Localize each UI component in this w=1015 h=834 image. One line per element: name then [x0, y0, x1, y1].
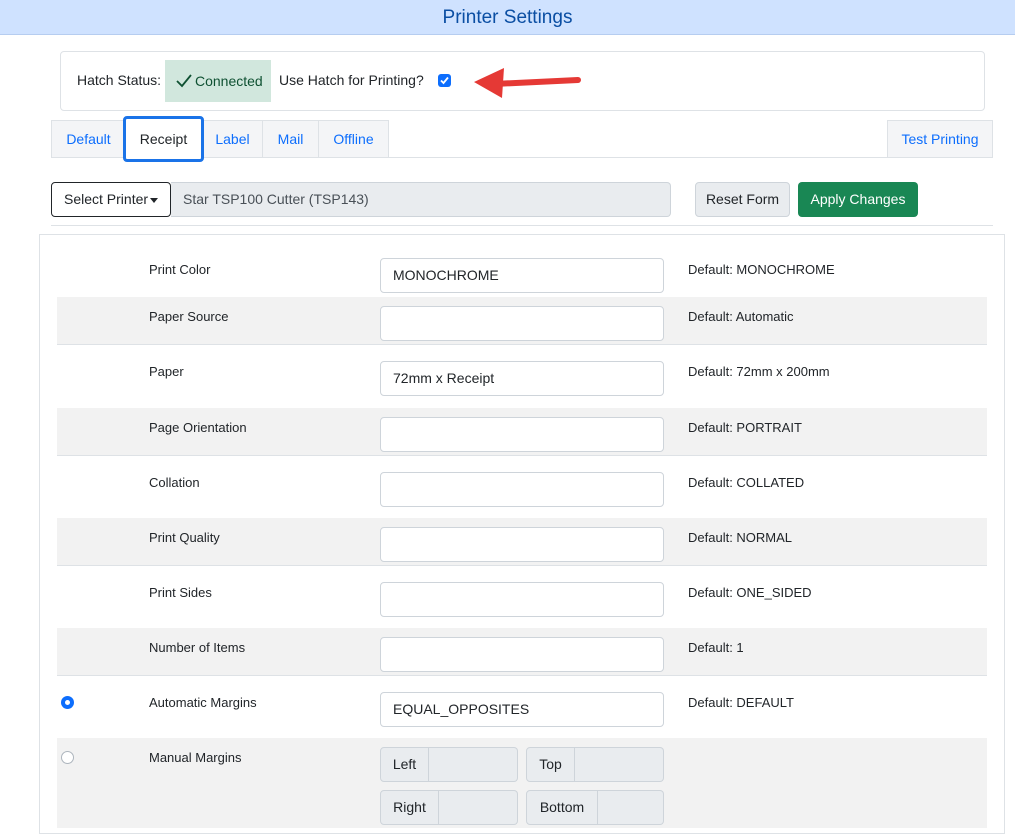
print-sides-input[interactable] — [380, 582, 664, 617]
section-divider — [51, 225, 993, 226]
setting-row-manual-margins: Manual Margins Left Top Right Bottom — [57, 738, 987, 828]
margin-left-input[interactable] — [429, 747, 518, 782]
tab-offline[interactable]: Offline — [318, 120, 389, 158]
print-color-input[interactable]: MONOCHROME — [380, 258, 664, 293]
setting-label: Collation — [149, 475, 200, 490]
setting-label: Number of Items — [149, 640, 246, 655]
setting-label: Automatic Margins — [149, 695, 257, 710]
setting-row-print-sides: Print Sides Default: ONE_SIDED — [57, 565, 987, 629]
select-printer-label: Select Printer — [64, 191, 149, 207]
setting-label: Page Orientation — [149, 420, 247, 435]
tab-default[interactable]: Default — [51, 120, 126, 158]
margin-left-group: Left — [380, 747, 518, 782]
margin-top-input[interactable] — [575, 747, 664, 782]
print-quality-input[interactable] — [380, 527, 664, 562]
margin-bottom-group: Bottom — [526, 790, 664, 825]
caret-down-icon — [150, 198, 158, 203]
tab-mail[interactable]: Mail — [262, 120, 319, 158]
setting-default: Default: NORMAL — [688, 530, 793, 545]
margin-right-group: Right — [380, 790, 518, 825]
collation-input[interactable] — [380, 472, 664, 507]
setting-label: Manual Margins — [149, 750, 242, 765]
automatic-margins-input[interactable]: EQUAL_OPPOSITES — [380, 692, 664, 727]
page-title: Printer Settings — [0, 0, 1015, 35]
margin-left-label: Left — [380, 747, 429, 782]
automatic-margins-radio[interactable] — [61, 696, 74, 709]
reset-form-button[interactable]: Reset Form — [695, 182, 790, 217]
setting-label: Paper Source — [149, 309, 229, 324]
setting-label: Print Quality — [149, 530, 220, 545]
page-orientation-input[interactable] — [380, 417, 664, 452]
setting-row-number-of-items: Number of Items Default: 1 — [57, 628, 987, 676]
hatch-status-label: Hatch Status: — [77, 72, 162, 88]
margin-bottom-input[interactable] — [598, 790, 664, 825]
tab-label[interactable]: Label — [202, 120, 263, 158]
setting-label: Paper — [149, 364, 184, 379]
setting-default: Default: ONE_SIDED — [688, 585, 812, 600]
connected-badge: Connected — [165, 60, 271, 102]
tab-receipt[interactable]: Receipt — [123, 116, 204, 162]
use-hatch-label: Use Hatch for Printing? — [279, 72, 424, 88]
margin-right-input[interactable] — [439, 790, 518, 825]
select-printer-button[interactable]: Select Printer — [51, 182, 171, 217]
setting-default: Default: 1 — [688, 640, 744, 655]
manual-margins-radio[interactable] — [61, 751, 74, 764]
setting-row-print-color: Print Color MONOCHROME Default: MONOCHRO… — [57, 242, 987, 298]
margin-top-label: Top — [526, 747, 575, 782]
tab-test-printing[interactable]: Test Printing — [887, 120, 993, 158]
setting-row-collation: Collation Default: COLLATED — [57, 455, 987, 519]
red-arrow-annotation-icon — [474, 68, 581, 98]
connected-status-text: Connected — [195, 73, 263, 89]
margin-bottom-label: Bottom — [526, 790, 598, 825]
checkmark-icon — [176, 74, 192, 88]
setting-label: Print Color — [149, 262, 211, 277]
setting-row-automatic-margins: Automatic Margins EQUAL_OPPOSITES Defaul… — [57, 675, 987, 739]
setting-default: Default: COLLATED — [688, 475, 805, 490]
margin-right-label: Right — [380, 790, 439, 825]
apply-changes-button[interactable]: Apply Changes — [798, 182, 918, 217]
setting-label: Print Sides — [149, 585, 212, 600]
paper-source-input[interactable] — [380, 306, 664, 341]
setting-row-print-quality: Print Quality Default: NORMAL — [57, 518, 987, 566]
setting-row-page-orientation: Page Orientation Default: PORTRAIT — [57, 408, 987, 456]
setting-default: Default: MONOCHROME — [688, 262, 835, 277]
setting-row-paper: Paper 72mm x Receipt Default: 72mm x 200… — [57, 344, 987, 409]
setting-row-paper-source: Paper Source Default: Automatic — [57, 297, 987, 345]
setting-default: Default: PORTRAIT — [688, 420, 802, 435]
margin-top-group: Top — [526, 747, 664, 782]
setting-default: Default: Automatic — [688, 309, 794, 324]
setting-default: Default: 72mm x 200mm — [688, 364, 830, 379]
paper-input[interactable]: 72mm x Receipt — [380, 361, 664, 396]
setting-default: Default: DEFAULT — [688, 695, 794, 710]
selected-printer-field: Star TSP100 Cutter (TSP143) — [171, 182, 671, 217]
check-icon — [440, 76, 449, 85]
use-hatch-checkbox[interactable] — [438, 74, 451, 87]
number-of-items-input[interactable] — [380, 637, 664, 672]
